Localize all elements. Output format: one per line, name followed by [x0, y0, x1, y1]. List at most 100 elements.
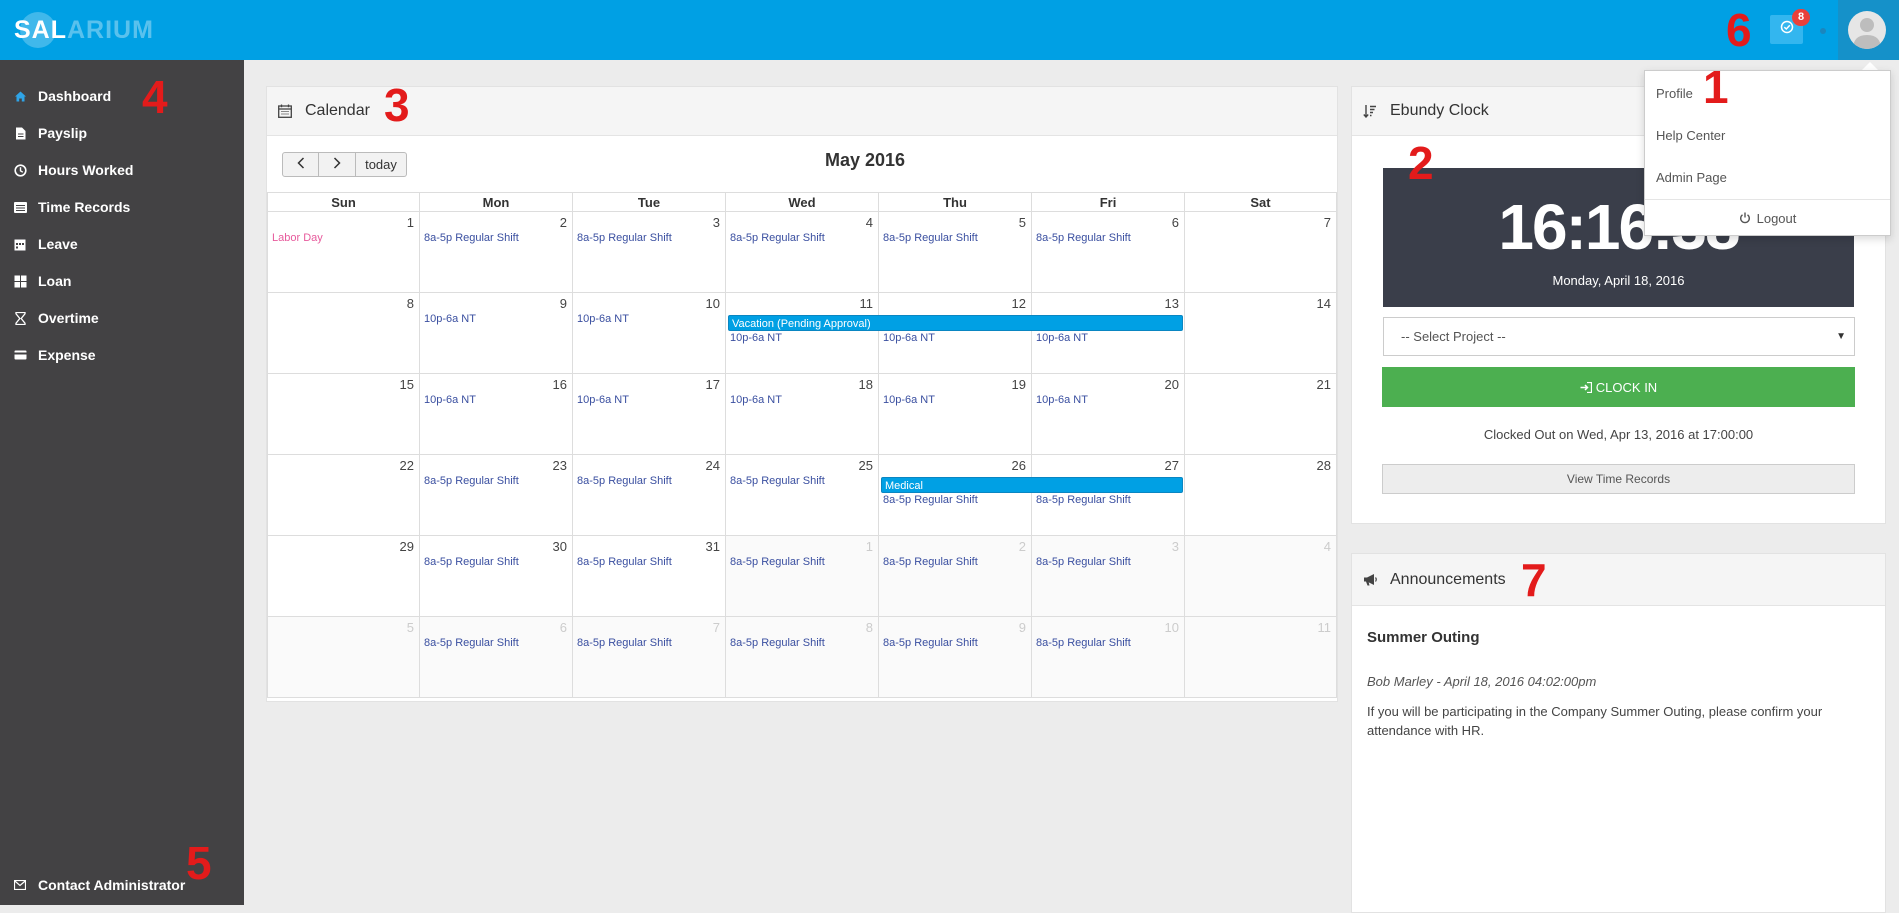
- calendar-day-cell[interactable]: 13 10p-6a NT: [1032, 293, 1185, 374]
- shift-event[interactable]: 8a-5p Regular Shift: [883, 232, 978, 244]
- shift-event[interactable]: 8a-5p Regular Shift: [730, 637, 825, 649]
- calendar-day-cell[interactable]: 17 10p-6a NT: [573, 374, 726, 455]
- shift-event[interactable]: 10p-6a NT: [883, 394, 935, 406]
- calendar-day-cell[interactable]: 10 8a-5p Regular Shift: [1032, 617, 1185, 698]
- day-number: 2: [559, 215, 567, 230]
- calendar-day-cell[interactable]: 26 8a-5p Regular Shift: [879, 455, 1032, 536]
- calendar-day-cell[interactable]: 1 Labor Day: [267, 212, 420, 293]
- shift-event[interactable]: 8a-5p Regular Shift: [730, 556, 825, 568]
- calendar-day-cell[interactable]: 16 10p-6a NT: [420, 374, 573, 455]
- calendar-day-cell[interactable]: 11 10p-6a NT: [726, 293, 879, 374]
- calendar-day-cell[interactable]: 9 10p-6a NT: [420, 293, 573, 374]
- sidebar-item-expense[interactable]: Expense: [0, 337, 244, 373]
- calendar-day-cell[interactable]: 28: [1185, 455, 1337, 536]
- menu-item-profile[interactable]: Profile: [1645, 77, 1890, 111]
- logo[interactable]: SAL ARIUM: [14, 12, 154, 48]
- sidebar-item-leave[interactable]: Leave: [0, 226, 244, 262]
- shift-event[interactable]: 8a-5p Regular Shift: [424, 556, 519, 568]
- calendar-day-cell[interactable]: 2 8a-5p Regular Shift: [879, 536, 1032, 617]
- shift-event[interactable]: 10p-6a NT: [883, 332, 935, 344]
- calendar-day-cell[interactable]: 4 8a-5p Regular Shift: [726, 212, 879, 293]
- clock-panel-title: Ebundy Clock: [1390, 102, 1489, 119]
- shift-event[interactable]: 8a-5p Regular Shift: [424, 232, 519, 244]
- medical-event-bar[interactable]: Medical: [881, 477, 1183, 493]
- vacation-event-bar[interactable]: Vacation (Pending Approval): [728, 315, 1183, 331]
- calendar-day-cell[interactable]: 29: [267, 536, 420, 617]
- shift-event[interactable]: 10p-6a NT: [577, 394, 629, 406]
- shift-event[interactable]: 8a-5p Regular Shift: [730, 232, 825, 244]
- calendar-day-cell[interactable]: 12 10p-6a NT: [879, 293, 1032, 374]
- calendar-day-cell[interactable]: 22: [267, 455, 420, 536]
- calendar-day-cell[interactable]: 25 8a-5p Regular Shift: [726, 455, 879, 536]
- calendar-day-cell[interactable]: 19 10p-6a NT: [879, 374, 1032, 455]
- sidebar-item-loan[interactable]: Loan: [0, 263, 244, 299]
- calendar-day-cell[interactable]: 6 8a-5p Regular Shift: [420, 617, 573, 698]
- holiday-event[interactable]: Labor Day: [272, 232, 323, 244]
- shift-event[interactable]: 8a-5p Regular Shift: [1036, 494, 1131, 506]
- shift-event[interactable]: 10p-6a NT: [577, 313, 629, 325]
- menu-item-logout[interactable]: Logout: [1645, 201, 1890, 235]
- calendar-day-cell[interactable]: 8: [267, 293, 420, 374]
- shift-event[interactable]: 8a-5p Regular Shift: [883, 556, 978, 568]
- sidebar-item-dashboard[interactable]: Dashboard: [0, 78, 244, 114]
- view-time-records-button[interactable]: View Time Records: [1382, 464, 1855, 494]
- shift-event[interactable]: 8a-5p Regular Shift: [1036, 556, 1131, 568]
- calendar-day-cell[interactable]: 5: [267, 617, 420, 698]
- shift-event[interactable]: 8a-5p Regular Shift: [577, 232, 672, 244]
- calendar-day-cell[interactable]: 3 8a-5p Regular Shift: [573, 212, 726, 293]
- shift-event[interactable]: 8a-5p Regular Shift: [883, 637, 978, 649]
- calendar-day-cell[interactable]: 27 8a-5p Regular Shift: [1032, 455, 1185, 536]
- shift-event[interactable]: 10p-6a NT: [424, 394, 476, 406]
- sidebar-item-payslip[interactable]: Payslip: [0, 115, 244, 151]
- calendar-day-cell[interactable]: 7: [1185, 212, 1337, 293]
- calendar-day-cell[interactable]: 31 8a-5p Regular Shift: [573, 536, 726, 617]
- shift-event[interactable]: 8a-5p Regular Shift: [424, 637, 519, 649]
- calendar-day-cell[interactable]: 23 8a-5p Regular Shift: [420, 455, 573, 536]
- sidebar-item-time-records[interactable]: Time Records: [0, 189, 244, 225]
- clock-in-button[interactable]: CLOCK IN: [1382, 367, 1855, 407]
- calendar-day-cell[interactable]: 8 8a-5p Regular Shift: [726, 617, 879, 698]
- shift-event[interactable]: 10p-6a NT: [730, 332, 782, 344]
- shift-event[interactable]: 10p-6a NT: [1036, 332, 1088, 344]
- calendar-day-cell[interactable]: 21: [1185, 374, 1337, 455]
- shift-event[interactable]: 10p-6a NT: [730, 394, 782, 406]
- shift-event[interactable]: 8a-5p Regular Shift: [577, 475, 672, 487]
- calendar-day-cell[interactable]: 10 10p-6a NT: [573, 293, 726, 374]
- calendar-day-cell[interactable]: 9 8a-5p Regular Shift: [879, 617, 1032, 698]
- weekday-header: Fri: [1032, 192, 1185, 212]
- notifications-button[interactable]: 8: [1770, 9, 1810, 44]
- calendar-day-cell[interactable]: 4: [1185, 536, 1337, 617]
- project-select[interactable]: -- Select Project -- ▼: [1383, 317, 1855, 356]
- menu-item-help-center[interactable]: Help Center: [1645, 119, 1890, 153]
- shift-event[interactable]: 8a-5p Regular Shift: [730, 475, 825, 487]
- shift-event[interactable]: 8a-5p Regular Shift: [577, 637, 672, 649]
- calendar-day-cell[interactable]: 6 8a-5p Regular Shift: [1032, 212, 1185, 293]
- shift-event[interactable]: 10p-6a NT: [1036, 394, 1088, 406]
- calendar-day-cell[interactable]: 18 10p-6a NT: [726, 374, 879, 455]
- calendar-day-cell[interactable]: 30 8a-5p Regular Shift: [420, 536, 573, 617]
- sidebar-item-overtime[interactable]: Overtime: [0, 300, 244, 336]
- shift-event[interactable]: 8a-5p Regular Shift: [883, 494, 978, 506]
- calendar-day-cell[interactable]: 14: [1185, 293, 1337, 374]
- next-month-button[interactable]: [319, 152, 356, 177]
- prev-month-button[interactable]: [282, 152, 319, 177]
- calendar-day-cell[interactable]: 2 8a-5p Regular Shift: [420, 212, 573, 293]
- calendar-day-cell[interactable]: 24 8a-5p Regular Shift: [573, 455, 726, 536]
- shift-event[interactable]: 8a-5p Regular Shift: [1036, 637, 1131, 649]
- shift-event[interactable]: 8a-5p Regular Shift: [424, 475, 519, 487]
- today-button[interactable]: today: [356, 152, 407, 177]
- calendar-day-cell[interactable]: 15: [267, 374, 420, 455]
- sidebar-item-label: Loan: [38, 273, 72, 289]
- calendar-day-cell[interactable]: 7 8a-5p Regular Shift: [573, 617, 726, 698]
- sidebar-item-hours-worked[interactable]: Hours Worked: [0, 152, 244, 188]
- shift-event[interactable]: 8a-5p Regular Shift: [1036, 232, 1131, 244]
- calendar-day-cell[interactable]: 11: [1185, 617, 1337, 698]
- shift-event[interactable]: 8a-5p Regular Shift: [577, 556, 672, 568]
- menu-item-admin-page[interactable]: Admin Page: [1645, 161, 1890, 195]
- calendar-day-cell[interactable]: 3 8a-5p Regular Shift: [1032, 536, 1185, 617]
- user-menu-toggle[interactable]: [1838, 0, 1899, 60]
- calendar-day-cell[interactable]: 20 10p-6a NT: [1032, 374, 1185, 455]
- calendar-day-cell[interactable]: 5 8a-5p Regular Shift: [879, 212, 1032, 293]
- calendar-day-cell[interactable]: 1 8a-5p Regular Shift: [726, 536, 879, 617]
- shift-event[interactable]: 10p-6a NT: [424, 313, 476, 325]
